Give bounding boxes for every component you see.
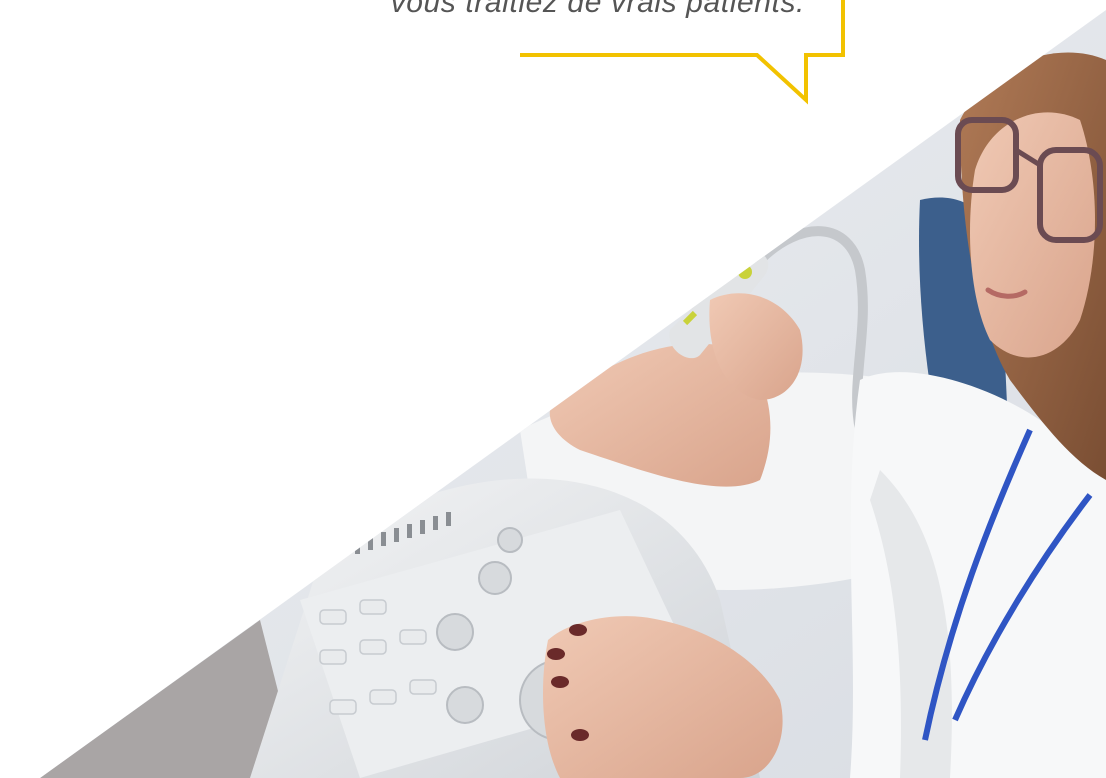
page: vous traitiez de vrais patients.: [0, 0, 1106, 778]
testimonial-quote: vous traitiez de vrais patients.: [390, 0, 805, 19]
ultrasound-photo: [40, 10, 1106, 778]
